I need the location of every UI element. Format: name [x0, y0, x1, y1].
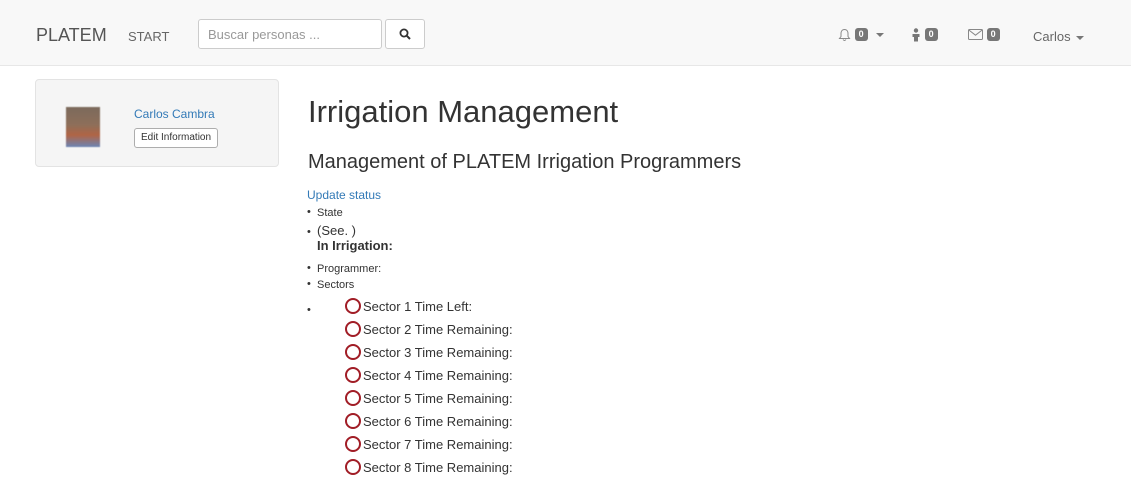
notifications-dropdown[interactable]: 0	[838, 26, 885, 42]
sector-label: Sector 6 Time Remaining:	[363, 414, 513, 429]
sector-label: Sector 1 Time Left:	[363, 299, 473, 314]
sector-row: Sector 6 Time Remaining:	[345, 413, 513, 431]
profile-panel: Carlos Cambra Edit Information	[35, 79, 279, 167]
notifications-badge: 0	[854, 28, 868, 42]
see-text: (See. )	[317, 223, 357, 238]
state-label: State	[317, 207, 343, 219]
bullet-icon: •	[307, 262, 311, 274]
user-dropdown[interactable]: Carlos	[1033, 29, 1084, 44]
bullet-icon: •	[307, 206, 311, 218]
brand-link[interactable]: PLATEM	[36, 25, 107, 46]
bell-icon	[838, 28, 851, 41]
page-title: Irrigation Management	[308, 94, 619, 129]
sector-status-circle-icon	[345, 321, 361, 337]
avatar	[66, 107, 100, 147]
bullet-icon: •	[307, 278, 311, 290]
update-status-link[interactable]: Update status	[307, 188, 381, 202]
profile-name-link[interactable]: Carlos Cambra	[134, 107, 215, 121]
sector-status-circle-icon	[345, 390, 361, 406]
sector-row: Sector 3 Time Remaining:	[345, 344, 513, 362]
sector-row: Sector 7 Time Remaining:	[345, 436, 513, 454]
page-subtitle: Management of PLATEM Irrigation Programm…	[308, 151, 742, 173]
person-icon	[912, 27, 920, 42]
sector-status-circle-icon	[345, 298, 361, 314]
edit-information-button[interactable]: Edit Information	[134, 128, 219, 148]
sector-row: Sector 1 Time Left:	[345, 298, 472, 316]
user-name-label: Carlos	[1033, 29, 1071, 44]
bullet-icon: •	[307, 304, 311, 316]
bullet-icon: •	[307, 226, 311, 238]
messages-badge: 0	[986, 28, 1000, 42]
nav-start-link[interactable]: START	[128, 29, 169, 44]
chevron-down-icon	[1075, 35, 1084, 40]
requests-badge: 0	[924, 28, 938, 42]
sector-status-circle-icon	[345, 413, 361, 429]
search-button[interactable]	[385, 19, 425, 49]
chevron-down-icon	[876, 32, 885, 37]
top-navbar: PLATEM START 0 0 0 Carlos	[0, 0, 1131, 66]
sectors-label: Sectors	[317, 279, 355, 291]
sector-status-circle-icon	[345, 436, 361, 452]
programmer-label: Programmer:	[317, 263, 382, 275]
sector-label: Sector 7 Time Remaining:	[363, 437, 513, 452]
sector-label: Sector 3 Time Remaining:	[363, 345, 513, 360]
sector-row: Sector 5 Time Remaining:	[345, 390, 513, 408]
requests-link[interactable]: 0	[911, 26, 938, 42]
sector-label: Sector 2 Time Remaining:	[363, 322, 513, 337]
sector-row: Sector 8 Time Remaining:	[345, 459, 513, 477]
sector-label: Sector 5 Time Remaining:	[363, 391, 513, 406]
messages-link[interactable]: 0	[968, 26, 1000, 42]
sector-label: Sector 8 Time Remaining:	[363, 460, 513, 475]
envelope-icon	[968, 29, 983, 41]
sector-status-circle-icon	[345, 459, 361, 475]
search-icon	[399, 28, 411, 40]
sector-label: Sector 4 Time Remaining:	[363, 368, 513, 383]
sector-row: Sector 2 Time Remaining:	[345, 321, 513, 339]
in-irrigation-label: In Irrigation:	[317, 238, 393, 253]
sector-status-circle-icon	[345, 367, 361, 383]
sector-row: Sector 4 Time Remaining:	[345, 367, 513, 385]
search-input[interactable]	[198, 19, 382, 49]
sector-status-circle-icon	[345, 344, 361, 360]
